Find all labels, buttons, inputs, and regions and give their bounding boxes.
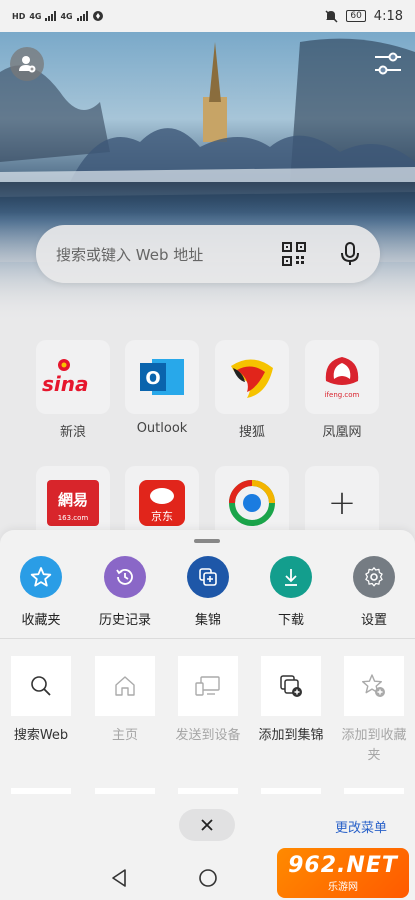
speed-dial-jd[interactable]: 京东 xyxy=(125,466,199,540)
netease-logo-icon: 網易 163.com xyxy=(47,480,99,526)
collections-button[interactable]: 集锦 xyxy=(168,556,248,628)
add-to-favorites-label-line1: 添加到收藏 xyxy=(341,728,407,743)
jd-logo-icon: 京东 xyxy=(139,480,185,526)
ifeng-logo-text: ifeng.com xyxy=(325,391,360,399)
settings-button[interactable]: 设置 xyxy=(334,556,414,628)
qq-news-icon xyxy=(229,480,275,526)
watermark-brand: 962.NET xyxy=(288,853,398,878)
search-web-label: 搜索Web xyxy=(13,728,69,743)
jd-logo-text: 京东 xyxy=(151,509,173,523)
next-row-item[interactable] xyxy=(11,788,71,794)
mute-icon xyxy=(325,10,338,23)
add-to-collection-icon xyxy=(261,656,321,716)
home-circle-icon[interactable] xyxy=(198,868,218,888)
outlook-logo-icon: O xyxy=(140,359,184,395)
microphone-icon[interactable] xyxy=(340,242,360,266)
netease-logo-text: 網易 xyxy=(58,491,88,509)
favorites-button[interactable]: 收藏夹 xyxy=(1,556,81,628)
speed-dial-label: 新浪 xyxy=(59,425,86,440)
profile-button[interactable] xyxy=(10,47,44,81)
next-row-item[interactable] xyxy=(178,788,238,794)
add-shortcut-button[interactable]: + xyxy=(305,466,379,540)
sina-logo-icon: sina xyxy=(42,359,89,396)
close-menu-button[interactable] xyxy=(179,809,235,841)
vpn-icon xyxy=(92,11,103,21)
status-bar: HD 4G 4G 60 4:18 xyxy=(0,0,415,32)
send-to-device-icon xyxy=(178,656,238,716)
speed-dial-outlook[interactable]: O xyxy=(125,340,199,414)
search-bar[interactable]: 搜索或键入 Web 地址 xyxy=(36,225,380,283)
settings-label: 设置 xyxy=(360,613,387,628)
speed-dial-label: 凤凰网 xyxy=(322,425,362,440)
sim-label-1: HD xyxy=(12,11,26,21)
send-to-device-button: 发送到设备 xyxy=(168,656,248,746)
speed-dial-sina[interactable]: sina xyxy=(36,340,110,414)
speed-dial-label: Outlook xyxy=(136,421,188,436)
speed-dial-sohu[interactable] xyxy=(215,340,289,414)
network-label-2: 4G xyxy=(60,11,73,21)
sina-logo-text: sina xyxy=(42,372,89,396)
favorites-label: 收藏夹 xyxy=(21,613,61,628)
signal-bars-icon xyxy=(45,11,57,21)
home-icon xyxy=(95,656,155,716)
network-label-1: 4G xyxy=(29,11,42,21)
add-favorite-icon xyxy=(344,656,404,716)
page-settings-button[interactable] xyxy=(373,50,403,78)
add-to-favorites-label-line2: 夹 xyxy=(367,748,381,763)
add-to-collection-label: 添加到集锦 xyxy=(258,728,324,743)
sliders-icon xyxy=(375,52,401,75)
battery-indicator: 60 xyxy=(346,10,366,22)
close-icon xyxy=(201,819,213,831)
home-button: 主页 xyxy=(85,656,165,746)
speed-dial-label: 搜狐 xyxy=(238,425,265,440)
netease-sub-text: 163.com xyxy=(58,514,89,522)
site-watermark: 962.NET 乐游网 xyxy=(277,848,409,898)
sohu-fox-icon xyxy=(231,359,273,398)
qr-scan-icon[interactable] xyxy=(282,242,306,266)
clock: 4:18 xyxy=(373,8,403,24)
back-icon[interactable] xyxy=(110,868,128,888)
star-icon xyxy=(20,556,62,598)
edit-menu-link[interactable]: 更改菜单 xyxy=(335,817,387,836)
search-placeholder[interactable]: 搜索或键入 Web 地址 xyxy=(56,244,282,265)
search-icon xyxy=(11,656,71,716)
next-row-item[interactable] xyxy=(95,788,155,794)
browser-menu-sheet: 收藏夹 历史记录 集锦 下载 设置 搜索Web 主页 发送到设备 添加到集锦 添… xyxy=(0,530,415,856)
speed-dial-163[interactable]: 網易 163.com xyxy=(36,466,110,540)
add-to-collection-button[interactable]: 添加到集锦 xyxy=(251,656,331,746)
downloads-button[interactable]: 下载 xyxy=(251,556,331,628)
search-web-button[interactable]: 搜索Web xyxy=(1,656,81,746)
add-to-favorites-label: 添加到收藏夹 xyxy=(334,726,414,766)
signal-indicators: HD 4G 4G xyxy=(12,10,104,22)
next-row-item[interactable] xyxy=(344,788,404,794)
drag-handle[interactable] xyxy=(194,539,220,543)
signal-bars-icon xyxy=(76,11,88,21)
history-icon xyxy=(104,556,146,598)
add-to-favorites-button: 添加到收藏夹 xyxy=(334,656,414,766)
outlook-logo-text: O xyxy=(145,368,160,389)
sheet-divider xyxy=(0,638,415,639)
download-icon xyxy=(270,556,312,598)
downloads-label: 下载 xyxy=(277,613,304,628)
plus-icon: + xyxy=(327,483,357,523)
home-label: 主页 xyxy=(111,728,138,743)
history-label: 历史记录 xyxy=(98,613,151,628)
collections-label: 集锦 xyxy=(194,613,221,628)
ifeng-logo-icon: ifeng.com xyxy=(325,357,360,399)
collections-icon xyxy=(187,556,229,598)
profile-icon xyxy=(19,56,36,73)
next-row-item[interactable] xyxy=(261,788,321,794)
speed-dial-ifeng[interactable]: ifeng.com xyxy=(305,340,379,414)
gear-icon xyxy=(353,556,395,598)
history-button[interactable]: 历史记录 xyxy=(85,556,165,628)
send-to-device-label: 发送到设备 xyxy=(175,728,241,743)
watermark-sub: 乐游网 xyxy=(328,882,358,893)
speed-dial-qq-news[interactable] xyxy=(215,466,289,540)
